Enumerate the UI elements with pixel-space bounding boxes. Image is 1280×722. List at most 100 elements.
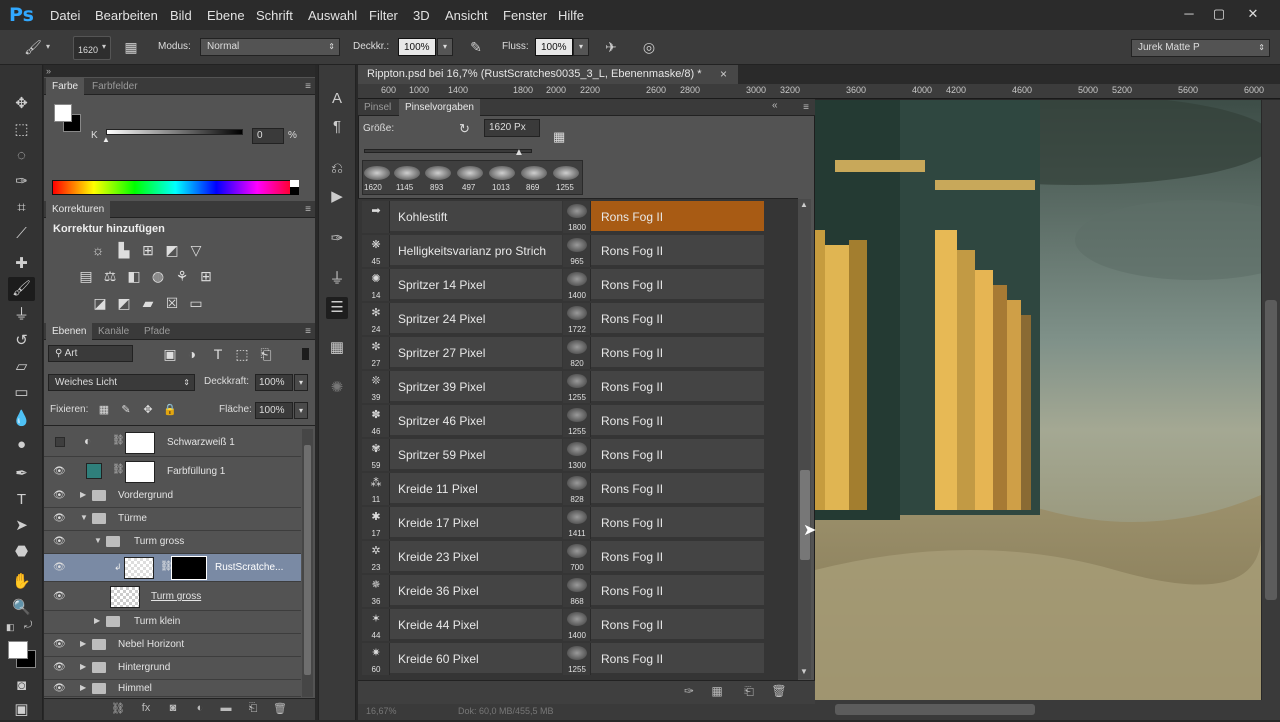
- preset-list-scroll-thumb[interactable]: [800, 470, 810, 560]
- recent-brush[interactable]: [394, 166, 420, 180]
- brush-preset-item[interactable]: ✾ 59 Spritzer 59 Pixel: [362, 439, 562, 471]
- recent-brush[interactable]: [521, 166, 547, 180]
- brush-preset-item[interactable]: 1722 Rons Fog II: [563, 303, 764, 335]
- lock-position-icon[interactable]: ✥: [138, 401, 158, 419]
- brush-preset-item[interactable]: ✺ 14 Spritzer 14 Pixel: [362, 269, 562, 301]
- selective-color-icon[interactable]: ☒: [162, 294, 182, 312]
- brush-preset-item[interactable]: 868 Rons Fog II: [563, 575, 764, 607]
- hue-saturation-icon[interactable]: ▤: [76, 267, 96, 285]
- layer-style-icon[interactable]: fx: [138, 702, 154, 716]
- photo-filter-icon[interactable]: ◍: [148, 267, 168, 285]
- swap-colors-icon[interactable]: ⤾: [24, 620, 32, 631]
- brush-preset-item[interactable]: 700 Rons Fog II: [563, 541, 764, 573]
- tab-ebenen[interactable]: Ebenen: [46, 323, 93, 340]
- brush-preset-item[interactable]: 1255 Rons Fog II: [563, 371, 764, 403]
- layer-name[interactable]: Vordergrund: [118, 490, 173, 501]
- panel-menu-icon[interactable]: ≡: [305, 323, 311, 340]
- workspace-select[interactable]: Jurek Matte P ⇕: [1131, 39, 1270, 57]
- eye-icon[interactable]: 👁: [53, 562, 66, 574]
- recent-brush[interactable]: [457, 166, 483, 180]
- brush-presets-panel-icon[interactable]: ☰: [326, 297, 348, 319]
- gradient-tool-icon[interactable]: ▭: [8, 381, 35, 405]
- marquee-tool-icon[interactable]: ⬚: [8, 118, 35, 142]
- brush-preset-item[interactable]: ✵ 36 Kreide 36 Pixel: [362, 575, 562, 607]
- brush-preset-item[interactable]: ✶ 44 Kreide 44 Pixel: [362, 609, 562, 641]
- size-input[interactable]: 1620 Px: [484, 119, 540, 137]
- actions-panel-icon[interactable]: ▶: [326, 186, 348, 208]
- eye-icon[interactable]: 👁: [53, 490, 66, 502]
- menu-fenster[interactable]: Fenster: [503, 8, 547, 23]
- brush-preset-item[interactable]: 1255 Rons Fog II: [563, 643, 764, 675]
- recent-brush[interactable]: [489, 166, 515, 180]
- panel-menu-icon[interactable]: ≡: [305, 78, 311, 95]
- document-tab[interactable]: Rippton.psd bei 16,7% (RustScratches0035…: [358, 65, 738, 84]
- collapse-triangle-icon[interactable]: ▼: [80, 513, 88, 522]
- brush-preset-item[interactable]: 965 Rons Fog II: [563, 235, 764, 267]
- scroll-down-icon[interactable]: ▼: [800, 667, 808, 676]
- menu-ebene[interactable]: Ebene: [207, 8, 245, 23]
- layer-row[interactable]: 👁 Turm gross: [44, 583, 301, 611]
- brush-preset-item[interactable]: 1800 Rons Fog II: [563, 201, 764, 233]
- brush-preset-item[interactable]: ✼ 27 Spritzer 27 Pixel: [362, 337, 562, 369]
- lasso-tool-icon[interactable]: ◌: [8, 144, 35, 168]
- layer-row[interactable]: 👁 ▶ Nebel Horizont: [44, 634, 301, 657]
- invert-icon[interactable]: ◪: [90, 294, 110, 312]
- document-canvas[interactable]: [815, 100, 1261, 700]
- brush-panel-toggle-icon[interactable]: ▦: [120, 36, 142, 58]
- recent-brush[interactable]: [425, 166, 451, 180]
- layer-row[interactable]: 👁 ▼ Turm gross: [44, 531, 301, 554]
- eye-icon[interactable]: 👁: [53, 536, 66, 548]
- lock-image-icon[interactable]: ✎: [116, 401, 136, 419]
- collapse-panel-icon[interactable]: «: [772, 100, 778, 111]
- filter-toggle[interactable]: [302, 348, 309, 360]
- deckkraft-dropdown[interactable]: ▾: [437, 38, 453, 56]
- color-balance-icon[interactable]: ⚖: [100, 267, 120, 285]
- brush-preset-item[interactable]: 1400 Rons Fog II: [563, 609, 764, 641]
- recent-brush[interactable]: [553, 166, 579, 180]
- link-layers-icon[interactable]: ⛓: [110, 702, 126, 716]
- layer-row[interactable]: 👁 ⛓ Farbfüllung 1: [44, 458, 301, 486]
- brush-preset-item[interactable]: ➡ Kohlestift: [362, 201, 562, 233]
- brush-panel-icon[interactable]: ▦: [326, 337, 348, 359]
- k-value-input[interactable]: 0: [252, 128, 284, 144]
- vibrance-icon[interactable]: ▽: [186, 241, 206, 259]
- clone-stamp-tool-icon[interactable]: ⏚: [8, 303, 35, 327]
- tool-preset-dropdown-icon[interactable]: ▾: [46, 42, 50, 51]
- menu-filter[interactable]: Filter: [369, 8, 398, 23]
- layer-name[interactable]: Turm klein: [134, 616, 180, 627]
- k-slider[interactable]: [106, 129, 243, 135]
- menu-datei[interactable]: Datei: [50, 8, 80, 23]
- visibility-off-icon[interactable]: [55, 437, 65, 447]
- expand-triangle-icon[interactable]: ▶: [80, 683, 86, 692]
- filter-adjustment-icon[interactable]: ◑: [182, 345, 202, 363]
- brush-preset-item[interactable]: ✽ 46 Spritzer 46 Pixel: [362, 405, 562, 437]
- layer-name[interactable]: Nebel Horizont: [118, 639, 184, 650]
- filter-smart-object-icon[interactable]: ⎗: [256, 345, 276, 363]
- brush-preset-item[interactable]: ✲ 23 Kreide 23 Pixel: [362, 541, 562, 573]
- threshold-icon[interactable]: ▰: [138, 294, 158, 312]
- exposure-icon[interactable]: ◩: [162, 241, 182, 259]
- tab-korrekturen[interactable]: Korrekturen: [46, 201, 111, 218]
- menu-3d[interactable]: 3D: [413, 8, 430, 23]
- brush-grid-icon[interactable]: ▦: [708, 684, 726, 700]
- color-lookup-icon[interactable]: ⊞: [196, 267, 216, 285]
- pen-tool-icon[interactable]: ✒: [8, 462, 35, 486]
- close-tab-icon[interactable]: ×: [720, 65, 727, 84]
- panel-menu-icon[interactable]: ≡: [803, 99, 809, 116]
- brush-preset-item[interactable]: ⁂ 11 Kreide 11 Pixel: [362, 473, 562, 505]
- expand-triangle-icon[interactable]: ▶: [80, 662, 86, 671]
- panel-menu-icon[interactable]: ≡: [305, 201, 311, 218]
- collapse-icon[interactable]: »: [46, 66, 51, 76]
- filter-shape-icon[interactable]: ⬚: [232, 345, 252, 363]
- canvas-vscroll-thumb[interactable]: [1265, 300, 1277, 600]
- minimize-button[interactable]: ─: [1174, 4, 1204, 24]
- brush-tool-icon[interactable]: 🖌: [22, 36, 44, 58]
- layer-row[interactable]: 👁 ▼ Türme: [44, 508, 301, 531]
- spectrum-white[interactable]: [290, 180, 299, 187]
- new-adjustment-icon[interactable]: ◐: [192, 702, 208, 716]
- eyedropper-tool-icon[interactable]: ⟋: [8, 222, 35, 246]
- opacity-input[interactable]: 100%: [255, 374, 293, 391]
- brush-preset-item[interactable]: ❊ 39 Spritzer 39 Pixel: [362, 371, 562, 403]
- brush-preset-item[interactable]: 1411 Rons Fog II: [563, 507, 764, 539]
- layer-row[interactable]: 👁 ▶ Himmel: [44, 680, 301, 697]
